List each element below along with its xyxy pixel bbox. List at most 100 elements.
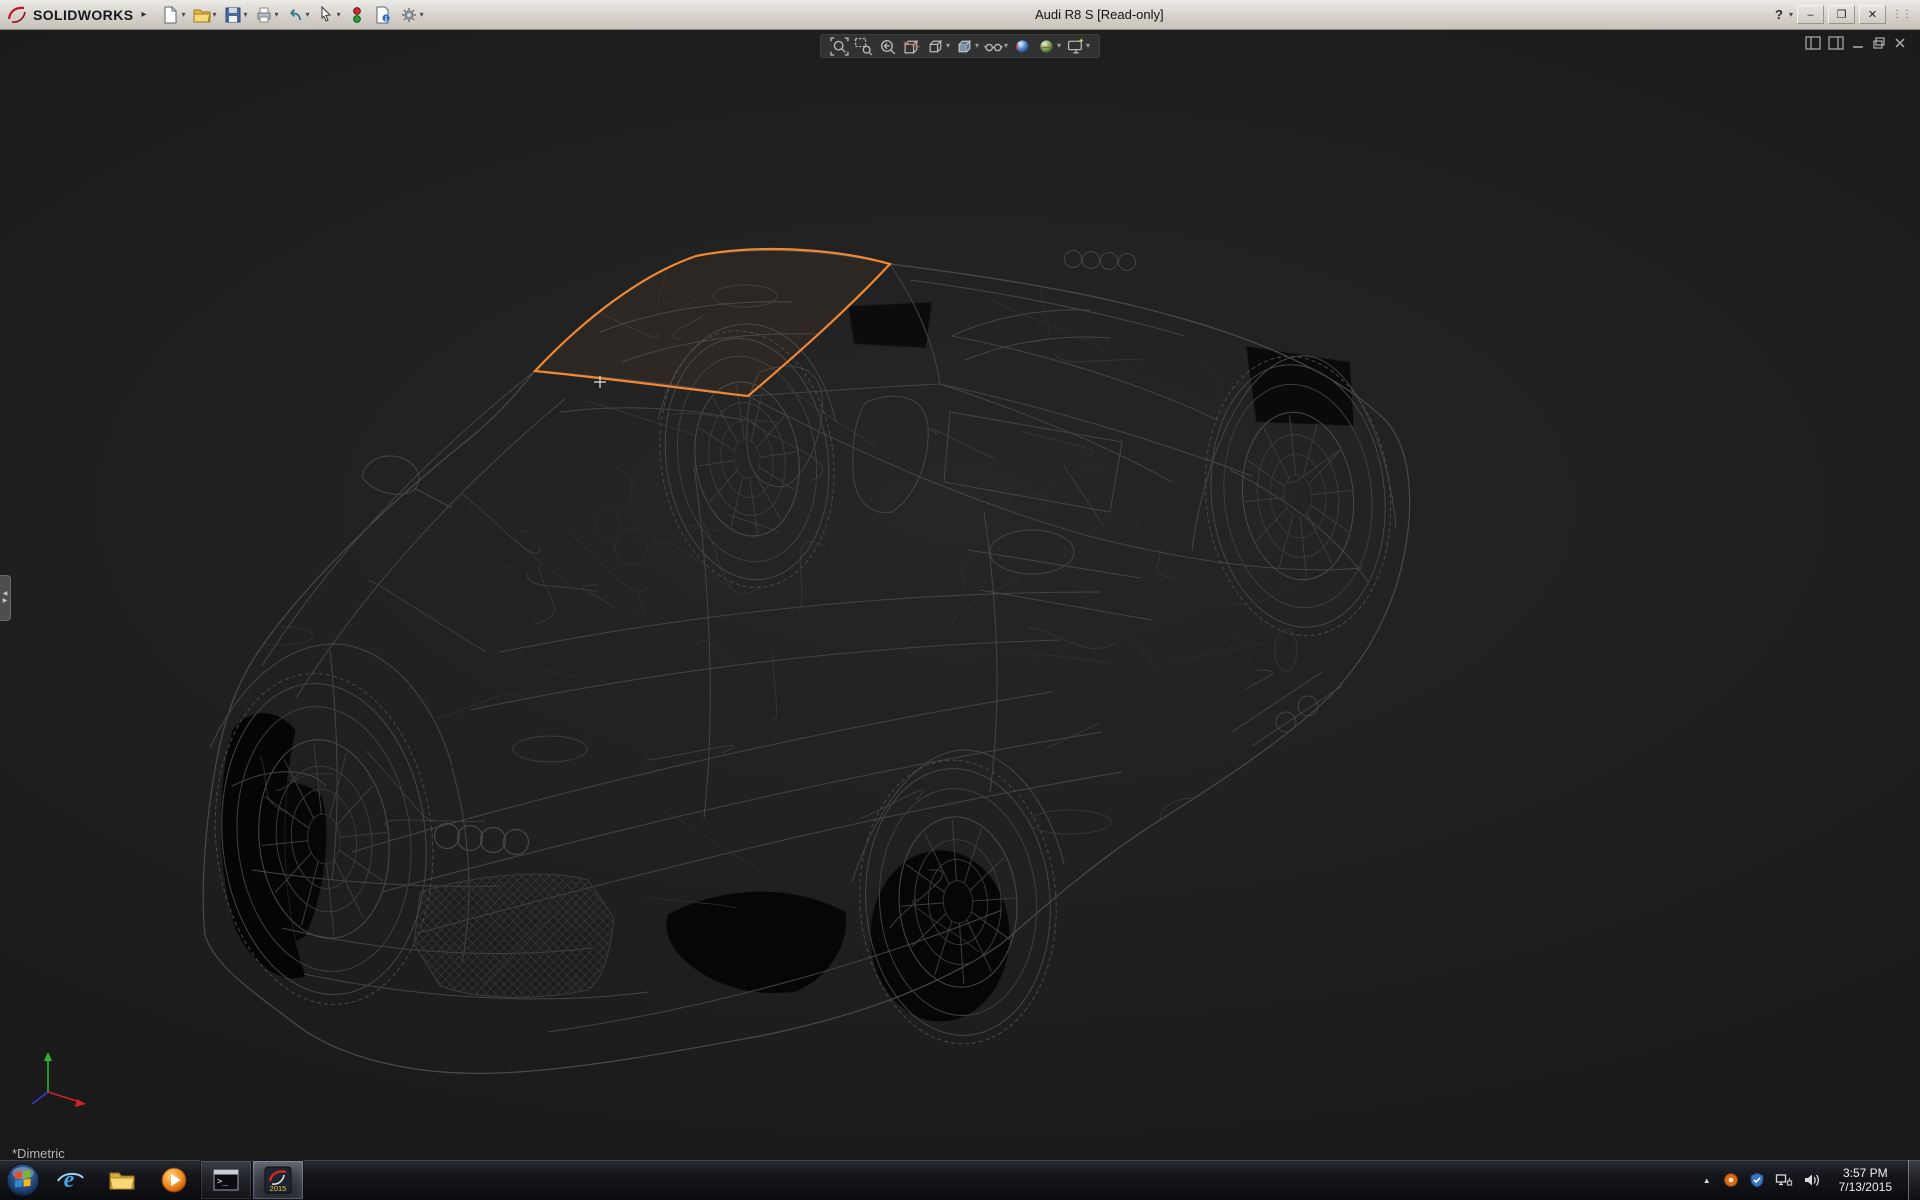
new-dropdown-caret[interactable]: ▾ <box>181 11 185 19</box>
select-button[interactable]: ▾ <box>314 4 343 26</box>
front-rings-badge <box>435 824 529 855</box>
internet-explorer-icon: e <box>55 1165 85 1195</box>
save-button[interactable]: ▾ <box>221 4 250 26</box>
section-view-icon <box>902 37 921 56</box>
options-dropdown-caret[interactable]: ▾ <box>420 11 424 19</box>
view-orientation-label: *Dimetric <box>12 1146 65 1161</box>
taskbar-command-prompt-button[interactable]: >_ <box>200 1160 252 1200</box>
rear-rings-badge <box>1065 251 1136 271</box>
menu-expand-arrow[interactable]: ▸ <box>141 9 152 20</box>
solidworks-2015-icon: 2015 <box>263 1165 293 1195</box>
restore-document-icon <box>1872 36 1886 50</box>
media-player-icon <box>159 1165 189 1195</box>
start-button[interactable] <box>2 1160 44 1200</box>
close-button[interactable]: ✕ <box>1859 5 1886 24</box>
help-dropdown-caret[interactable]: ▾ <box>1789 11 1793 19</box>
window-title: Audi R8 S [Read-only] <box>426 7 1773 22</box>
show-desktop-button[interactable] <box>1908 1160 1920 1200</box>
display-style-button[interactable]: ▾ <box>953 36 981 57</box>
windows-start-icon <box>5 1162 41 1198</box>
edit-appearance-ball-icon <box>1013 37 1032 56</box>
model-viewport[interactable]: ▾ ▾ ▾ <box>0 30 1920 1160</box>
options-button[interactable]: ▾ <box>397 4 426 26</box>
view-settings-caret[interactable]: ▾ <box>1086 42 1090 50</box>
file-properties-button[interactable] <box>371 4 395 26</box>
new-document-button[interactable]: ▾ <box>158 4 187 26</box>
rebuild-button[interactable] <box>345 4 369 26</box>
quick-access-toolbar: ▾ ▾ ▾ ▾ <box>152 4 425 26</box>
tray-app-icon-1[interactable] <box>1723 1172 1739 1188</box>
dense-mesh-regions <box>220 302 1354 1022</box>
file-explorer-folder-icon <box>107 1165 137 1195</box>
taskbar-file-explorer-button[interactable] <box>96 1160 148 1200</box>
zoom-to-fit-button[interactable] <box>828 36 851 57</box>
help-button[interactable]: ? <box>1773 7 1785 22</box>
titlebar: SOLIDWORKS ▸ ▾ ▾ ▾ <box>0 0 1920 30</box>
close-document-button[interactable] <box>1893 36 1907 50</box>
apply-scene-icon <box>1037 37 1056 56</box>
desktop: SOLIDWORKS ▸ ▾ ▾ ▾ <box>0 0 1920 1200</box>
pane-left-button[interactable] <box>1805 36 1821 50</box>
car-wireframe-model[interactable] <box>199 249 1409 1073</box>
model-viewport-canvas[interactable] <box>0 30 1920 1160</box>
clock-date: 7/13/2015 <box>1839 1180 1892 1194</box>
clock-time: 3:57 PM <box>1839 1166 1892 1180</box>
select-dropdown-caret[interactable]: ▾ <box>337 11 341 19</box>
svg-text:e: e <box>64 1167 75 1193</box>
taskbar-clock[interactable]: 3:57 PM 7/13/2015 <box>1831 1166 1900 1194</box>
minimize-button[interactable]: – <box>1797 5 1824 24</box>
app-logo: SOLIDWORKS <box>0 0 141 29</box>
pane-right-icon <box>1828 36 1844 50</box>
rebuild-icon <box>347 5 367 25</box>
save-dropdown-caret[interactable]: ▾ <box>244 11 248 19</box>
heads-up-view-toolbar: ▾ ▾ ▾ <box>820 34 1100 58</box>
print-icon <box>254 5 274 25</box>
view-settings-button[interactable]: ▾ <box>1064 36 1092 57</box>
customize-quick-access-icon[interactable]: ⋮⋮ <box>1890 9 1914 20</box>
network-icon[interactable] <box>1775 1172 1793 1188</box>
taskbar-media-player-button[interactable] <box>148 1160 200 1200</box>
undo-dropdown-caret[interactable]: ▾ <box>306 11 310 19</box>
print-dropdown-caret[interactable]: ▾ <box>275 11 279 19</box>
restore-button[interactable]: ❐ <box>1828 5 1855 24</box>
taskbar-solidworks-button[interactable]: 2015 <box>252 1160 304 1200</box>
pane-right-button[interactable] <box>1828 36 1844 50</box>
pane-left-icon <box>1805 36 1821 50</box>
tray-app-icon-2[interactable] <box>1749 1172 1765 1188</box>
front-grille[interactable] <box>414 874 614 997</box>
open-button[interactable]: ▾ <box>190 4 219 26</box>
new-document-icon <box>160 5 180 25</box>
close-document-icon <box>1893 36 1907 50</box>
options-gear-icon <box>399 5 419 25</box>
hide-show-items-button[interactable]: ▾ <box>982 36 1010 57</box>
view-orientation-button[interactable]: ▾ <box>924 36 952 57</box>
open-dropdown-caret[interactable]: ▾ <box>213 11 217 19</box>
apply-scene-caret[interactable]: ▾ <box>1057 42 1061 50</box>
command-prompt-icon: >_ <box>211 1165 241 1195</box>
selected-windshield-face[interactable] <box>535 249 890 396</box>
taskbar-internet-explorer-button[interactable]: e <box>44 1160 96 1200</box>
volume-icon[interactable] <box>1803 1172 1821 1188</box>
zoom-to-area-button[interactable] <box>852 36 875 57</box>
undo-button[interactable]: ▾ <box>283 4 312 26</box>
system-tray: ▲ 3:57 PM 7/13/2015 <box>1701 1166 1908 1194</box>
minimize-document-button[interactable] <box>1851 36 1865 50</box>
hide-show-items-caret[interactable]: ▾ <box>1004 42 1008 50</box>
select-cursor-icon <box>316 5 336 25</box>
display-style-caret[interactable]: ▾ <box>975 42 979 50</box>
previous-view-button[interactable] <box>876 36 899 57</box>
open-folder-icon <box>192 5 212 25</box>
view-orientation-caret[interactable]: ▾ <box>946 42 950 50</box>
edit-appearance-button[interactable] <box>1011 36 1034 57</box>
restore-document-button[interactable] <box>1872 36 1886 50</box>
previous-view-icon <box>878 37 897 56</box>
document-window-controls <box>1805 36 1907 50</box>
feature-pane-splitter[interactable]: ◀ ▶ <box>0 575 11 621</box>
minimize-document-icon <box>1851 36 1865 50</box>
taskbar: e <box>0 1160 1920 1200</box>
print-button[interactable]: ▾ <box>252 4 281 26</box>
section-view-button[interactable] <box>900 36 923 57</box>
hide-show-items-glasses-icon <box>984 37 1003 56</box>
apply-scene-button[interactable]: ▾ <box>1035 36 1063 57</box>
show-hidden-icons-button[interactable]: ▲ <box>1701 1176 1713 1185</box>
